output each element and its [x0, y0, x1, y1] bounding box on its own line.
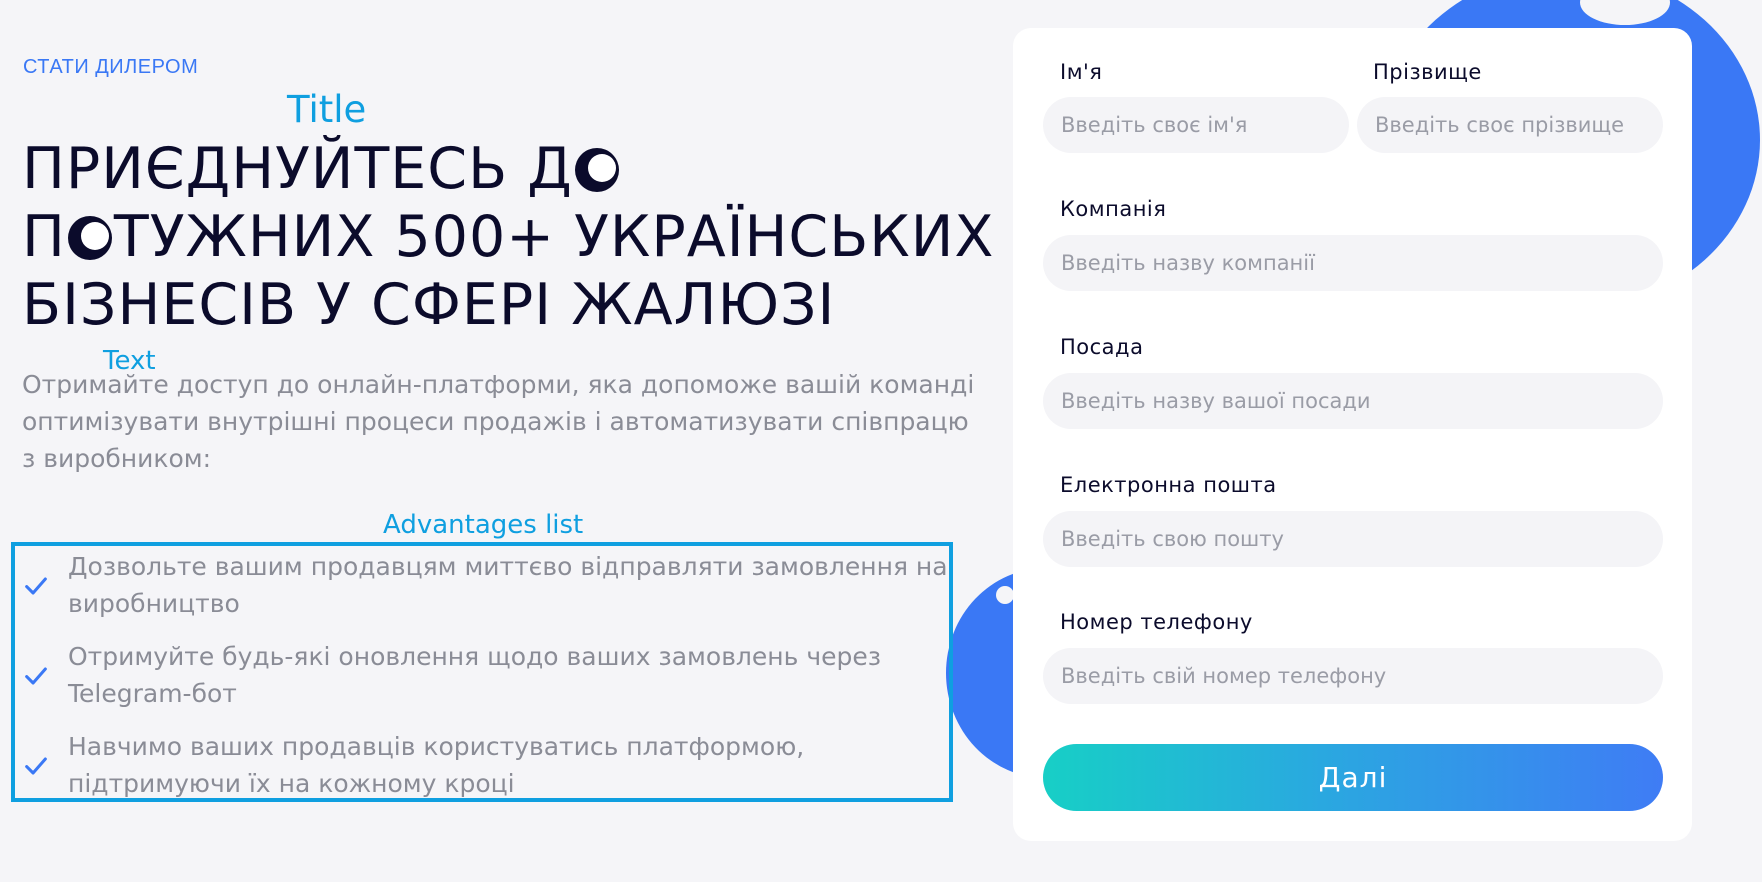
first-name-input[interactable] — [1043, 97, 1349, 153]
check-icon — [25, 757, 47, 775]
next-button[interactable]: Далі — [1043, 744, 1663, 811]
title-line-3: БІЗНЕСІВ У СФЕРІ ЖАЛЮЗІ — [22, 272, 836, 338]
advantage-text: Навчимо ваших продавців користуватись пл… — [68, 732, 805, 798]
company-input[interactable] — [1043, 235, 1663, 291]
advantage-text: Дозвольте вашим продавцям миттєво відпра… — [68, 552, 948, 618]
eyebrow-label: СТАТИ ДИЛЕРОМ — [23, 56, 199, 78]
annotation-advantages: Advantages list — [383, 510, 584, 540]
title-o-circle-icon — [574, 148, 619, 192]
title-line-1-text: ПРИЄДНУЙТЕСЬ Д — [22, 136, 573, 202]
advantage-item: Отримуйте будь-які оновлення щодо ваших … — [20, 638, 950, 728]
advantage-text: Отримуйте будь-які оновлення щодо ваших … — [68, 642, 882, 708]
background-blob-dot — [996, 586, 1014, 604]
position-input[interactable] — [1043, 373, 1663, 429]
email-input[interactable] — [1043, 511, 1663, 567]
page-title: ПРИЄДНУЙТЕСЬ Д П ТУЖНИХ 500+ УКРАЇНСЬКИХ … — [22, 135, 1002, 339]
lead-paragraph: Отримайте доступ до онлайн-платформи, як… — [22, 370, 975, 473]
title-line-2-text: ТУЖНИХ 500+ УКРАЇНСЬКИХ — [113, 204, 995, 270]
last-name-label: Прізвище — [1373, 60, 1482, 84]
advantage-item: Навчимо ваших продавців користуватись пл… — [20, 728, 950, 818]
title-line-2-prefix: П — [22, 204, 66, 270]
first-name-label: Ім'я — [1060, 60, 1103, 84]
check-icon — [25, 577, 47, 595]
position-label: Посада — [1060, 335, 1144, 359]
last-name-input[interactable] — [1357, 97, 1663, 153]
title-line-2: П ТУЖНИХ 500+ УКРАЇНСЬКИХ — [22, 203, 1002, 271]
check-icon — [25, 667, 47, 685]
title-line-1: ПРИЄДНУЙТЕСЬ Д — [22, 135, 1002, 203]
phone-label: Номер телефону — [1060, 610, 1253, 634]
email-label: Електронна пошта — [1060, 473, 1277, 497]
company-label: Компанія — [1060, 197, 1167, 221]
annotation-title: Title — [287, 88, 367, 131]
advantages-list: Дозвольте вашим продавцям миттєво відпра… — [20, 548, 950, 818]
advantage-item: Дозвольте вашим продавцям миттєво відпра… — [20, 548, 950, 638]
phone-input[interactable] — [1043, 648, 1663, 704]
title-o-circle-icon-2 — [67, 216, 112, 260]
